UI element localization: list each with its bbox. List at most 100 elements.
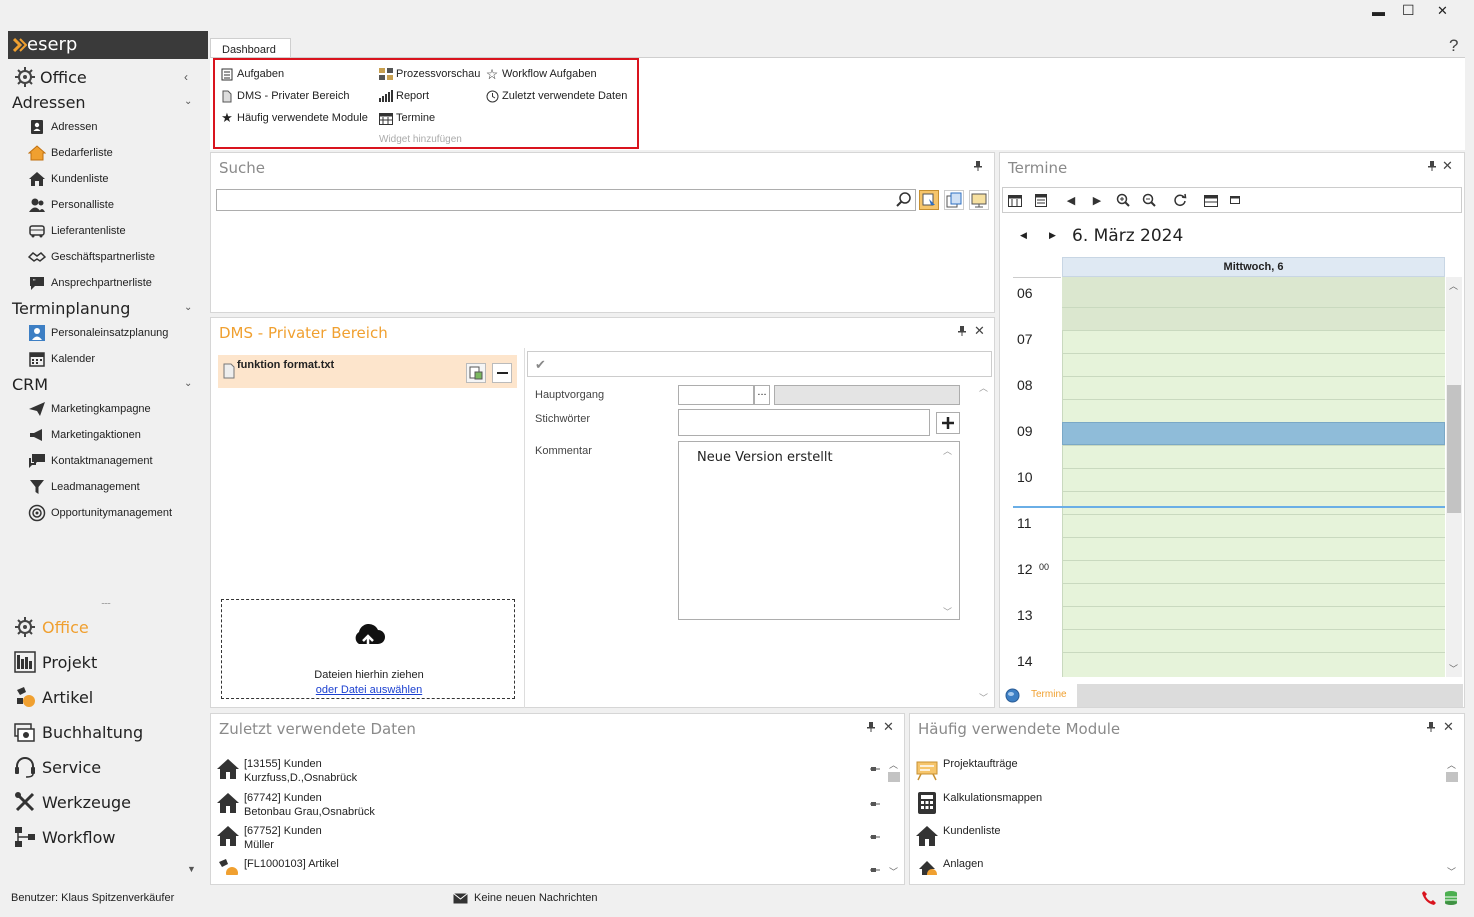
- sidebar-item-adressen[interactable]: Adressen: [28, 118, 97, 136]
- sidebar-item-lieferantenliste[interactable]: Lieferantenliste: [28, 222, 126, 240]
- widget-haeufig[interactable]: ★ Häufig verwendete Module: [220, 110, 368, 125]
- pin-icon[interactable]: [870, 833, 880, 841]
- calendar-week-icon[interactable]: [1203, 192, 1219, 208]
- pin-icon[interactable]: [957, 325, 967, 337]
- maximize-button[interactable]: ☐: [1402, 2, 1415, 19]
- day-column[interactable]: [1062, 277, 1445, 677]
- zoom-out-icon[interactable]: [1141, 192, 1157, 208]
- previous-icon[interactable]: ◀: [1063, 192, 1079, 208]
- sidebar-item-leadmanagement[interactable]: Leadmanagement: [28, 478, 140, 496]
- search-icon[interactable]: [895, 191, 913, 209]
- chevron-down-icon[interactable]: ⌄: [184, 378, 192, 389]
- hauptvorgang-browse-button[interactable]: ...: [754, 385, 770, 405]
- tab-dashboard[interactable]: Dashboard: [210, 38, 291, 58]
- calendar-event[interactable]: [1062, 422, 1445, 445]
- calendar-month-icon[interactable]: [1007, 192, 1023, 208]
- sidebar-item-opportunitymanagement[interactable]: Opportunitymanagement: [28, 504, 172, 522]
- module-projekt[interactable]: Projekt: [12, 649, 97, 675]
- chevron-left-icon[interactable]: ‹: [184, 70, 188, 84]
- file-remove-button[interactable]: [492, 363, 512, 383]
- widget-zuletzt[interactable]: Zuletzt verwendete Daten: [485, 89, 627, 103]
- sidebar-item-kontaktmanagement[interactable]: Kontaktmanagement: [28, 452, 153, 470]
- sidebar-item-marketingkampagne[interactable]: Marketingkampagne: [28, 400, 151, 418]
- textarea-scrollbar[interactable]: ︿ ﹀: [941, 444, 955, 618]
- sidebar-item-kalender[interactable]: Kalender: [28, 350, 95, 368]
- section-adressen[interactable]: Adressen: [12, 93, 86, 112]
- minimize-button[interactable]: ▬: [1372, 4, 1385, 19]
- list-item[interactable]: Anlagen: [915, 857, 983, 875]
- calendar-scrollbar[interactable]: ︿ ﹀: [1446, 277, 1462, 677]
- list-item[interactable]: [FL1000103] Artikel: [216, 857, 339, 875]
- list-item[interactable]: [67752] Kunden Müller: [216, 824, 322, 852]
- calendar-footer-tab[interactable]: Termine: [1000, 684, 1077, 707]
- module-artikel[interactable]: Artikel: [12, 684, 93, 710]
- pin-icon[interactable]: [870, 765, 880, 773]
- widget-workflow-aufgaben[interactable]: ☆ Workflow Aufgaben: [485, 66, 597, 82]
- sidebar-item-personaleinsatzplanung[interactable]: Personaleinsatzplanung: [28, 324, 168, 342]
- help-button[interactable]: ?: [1449, 36, 1458, 56]
- close-icon[interactable]: ✕: [1442, 158, 1453, 174]
- search-copy-button[interactable]: [944, 190, 964, 210]
- module-workflow[interactable]: Workflow: [12, 824, 115, 850]
- widget-aufgaben[interactable]: Aufgaben: [220, 67, 284, 81]
- stichwoerter-input[interactable]: [678, 409, 930, 436]
- hauptvorgang-input[interactable]: [678, 385, 754, 405]
- sidebar-item-geschaeftspartnerliste[interactable]: Geschäftspartnerliste: [28, 248, 155, 266]
- search-filter-button[interactable]: [919, 190, 939, 210]
- list-item[interactable]: Kundenliste: [915, 824, 1001, 848]
- widget-report[interactable]: Report: [379, 89, 429, 103]
- list-item[interactable]: [67742] Kunden Betonbau Grau,Osnabrück: [216, 791, 375, 819]
- section-terminplanung[interactable]: Terminplanung: [12, 299, 130, 318]
- chevron-down-icon[interactable]: ⌄: [184, 302, 192, 313]
- section-crm[interactable]: CRM: [12, 375, 48, 394]
- sidebar-splitter[interactable]: ......: [101, 596, 111, 606]
- sidebar-item-kundenliste[interactable]: Kundenliste: [28, 170, 109, 188]
- pin-icon[interactable]: [870, 800, 880, 808]
- module-buchhaltung[interactable]: Buchhaltung: [12, 719, 143, 745]
- widget-termine[interactable]: Termine: [379, 111, 435, 125]
- module-werkzeuge[interactable]: Werkzeuge: [12, 789, 131, 815]
- scrollbar-thumb[interactable]: [1447, 385, 1461, 513]
- drop-zone[interactable]: Dateien hierhin ziehen oder Datei auswäh…: [221, 599, 515, 699]
- widget-prozessvorschau[interactable]: Prozessvorschau: [379, 67, 480, 81]
- list-item[interactable]: Kalkulationsmappen: [915, 791, 1042, 815]
- list-scrollbar[interactable]: ︿ ﹀: [887, 758, 901, 878]
- calendar-day-icon[interactable]: [1227, 192, 1243, 208]
- widget-dms[interactable]: DMS - Privater Bereich: [220, 89, 349, 103]
- pin-icon[interactable]: [1426, 721, 1436, 733]
- close-button[interactable]: ✕: [1437, 3, 1448, 19]
- pin-icon[interactable]: [973, 160, 983, 172]
- search-input[interactable]: [216, 189, 916, 211]
- status-messages[interactable]: Keine neuen Nachrichten: [474, 892, 598, 904]
- close-icon[interactable]: ✕: [974, 323, 985, 339]
- kommentar-textarea[interactable]: Neue Version erstellt ︿ ﹀: [678, 441, 960, 620]
- calendar-list-icon[interactable]: [1033, 192, 1049, 208]
- form-scrollbar[interactable]: ︿ ﹀: [977, 381, 991, 704]
- module-service[interactable]: Service: [12, 754, 101, 780]
- chevron-down-icon[interactable]: ▼: [187, 864, 196, 874]
- file-copy-button[interactable]: [466, 363, 486, 383]
- sidebar-item-ansprechpartnerliste[interactable]: " Ansprechpartnerliste: [28, 274, 152, 292]
- pin-icon[interactable]: [866, 721, 876, 733]
- add-keyword-button[interactable]: [936, 412, 960, 434]
- chevron-down-icon[interactable]: ⌄: [184, 96, 192, 107]
- sidebar-item-bedarferliste[interactable]: Bedarferliste: [28, 144, 113, 162]
- list-item[interactable]: Projektaufträge: [915, 757, 1018, 781]
- sidebar-item-marketingaktionen[interactable]: Marketingaktionen: [28, 426, 141, 444]
- pin-icon[interactable]: [1427, 160, 1437, 172]
- close-icon[interactable]: ✕: [883, 719, 894, 735]
- phone-icon[interactable]: [1421, 890, 1437, 906]
- checkmark-icon[interactable]: ✔: [535, 357, 546, 373]
- sidebar-item-personalliste[interactable]: Personalliste: [28, 196, 114, 214]
- dms-file-row[interactable]: funktion format.txt: [218, 355, 517, 388]
- date-next-icon[interactable]: ▶: [1049, 230, 1056, 241]
- list-item[interactable]: [13155] Kunden Kurzfuss,D.,Osnabrück: [216, 757, 357, 785]
- list-scrollbar[interactable]: ︿ ﹀: [1445, 758, 1459, 878]
- pin-icon[interactable]: [870, 866, 880, 874]
- date-prev-icon[interactable]: ◀: [1020, 230, 1027, 241]
- search-monitor-button[interactable]: [969, 190, 989, 210]
- close-icon[interactable]: ✕: [1443, 719, 1454, 735]
- module-office[interactable]: Office: [12, 614, 89, 640]
- next-icon[interactable]: ▶: [1089, 192, 1105, 208]
- file-select-link[interactable]: oder Datei auswählen: [222, 684, 516, 696]
